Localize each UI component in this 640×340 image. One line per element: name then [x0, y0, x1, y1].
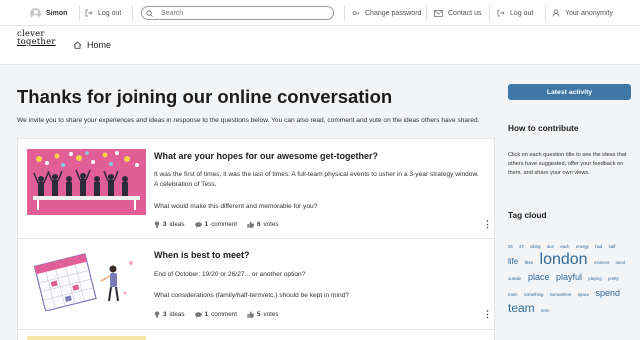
votes-count[interactable]: 6 votes	[247, 221, 279, 228]
questions-list: What are your hopes for our awesome get-…	[17, 138, 495, 340]
search-icon	[146, 9, 153, 17]
lightbulb-icon	[154, 311, 160, 318]
logout-link-left[interactable]: Log out	[85, 0, 121, 26]
clever-together-logo[interactable]: clever together	[17, 30, 63, 47]
home-label: Home	[87, 40, 112, 50]
question-title[interactable]: What are your hopes for our awesome get-…	[154, 151, 378, 161]
tag-link[interactable]: spend	[596, 289, 621, 298]
comments-count[interactable]: 1 comment	[194, 311, 237, 318]
tag-cloud-heading: Tag cloud	[508, 210, 547, 220]
home-icon	[73, 41, 82, 49]
team-celebration-illustration	[27, 149, 146, 215]
tag-link[interactable]: term	[541, 308, 549, 313]
tag-link[interactable]: somewhere	[550, 292, 572, 297]
logout-label: Log out	[98, 9, 122, 17]
tag-link[interactable]: something	[524, 292, 543, 297]
search-input[interactable]	[161, 9, 331, 17]
tag-link[interactable]: each	[560, 244, 569, 249]
home-link[interactable]: Home	[73, 40, 111, 50]
tag-link[interactable]: room	[508, 292, 518, 297]
divider	[426, 5, 427, 21]
brand-bar: clever together Home	[0, 26, 640, 65]
question-title[interactable]: When is best to meet?	[154, 250, 250, 260]
next-question-thumbnail	[27, 336, 146, 340]
divider	[489, 5, 490, 21]
question-prompt: What considerations (family/half-term/et…	[154, 292, 349, 299]
question-description: End of October: 19/20 or 26/27... or ano…	[154, 271, 306, 278]
search-box[interactable]	[141, 6, 334, 20]
tag-link[interactable]: outside	[508, 276, 522, 281]
divider	[79, 5, 80, 21]
tag-link[interactable]: likes	[525, 260, 533, 265]
divider	[545, 5, 546, 21]
tag-link[interactable]: had	[595, 244, 602, 249]
votes-count[interactable]: 5 votes	[247, 311, 279, 318]
anonymity-link[interactable]: Your anonymity	[552, 0, 613, 26]
question-description: It was the first of times, it was the la…	[154, 171, 479, 188]
contact-us-link[interactable]: Contact us	[434, 0, 481, 26]
anonymity-label: Your anonymity	[565, 9, 613, 17]
tag-link[interactable]: need	[616, 260, 625, 265]
change-password-link[interactable]: Change password	[352, 0, 421, 26]
logout-icon	[497, 9, 505, 17]
thumbs-up-icon	[247, 311, 254, 318]
how-to-contribute-heading: How to contribute	[508, 123, 579, 133]
change-password-label: Change password	[365, 9, 422, 17]
lightbulb-icon	[154, 221, 160, 228]
tag-link[interactable]: along	[530, 244, 540, 249]
avatar	[30, 7, 41, 19]
logout-icon	[85, 9, 93, 17]
logout-label: Log out	[510, 9, 534, 17]
comments-count[interactable]: 1 comment	[194, 221, 237, 228]
tag-link[interactable]: due	[547, 244, 554, 249]
page-title: Thanks for joining our online conversati…	[17, 86, 393, 107]
comment-icon	[194, 311, 202, 318]
logout-link-right[interactable]: Log out	[497, 0, 533, 26]
question-prompt: What would make this different and memor…	[154, 203, 318, 210]
divider	[18, 238, 494, 239]
question-stats: 3 ideas 1 comment 6 votes	[154, 221, 289, 228]
tag-link[interactable]: team	[508, 302, 535, 314]
contact-us-label: Contact us	[448, 9, 482, 17]
more-options-icon[interactable]: ⋮	[483, 220, 492, 229]
tag-link[interactable]: playful	[556, 273, 582, 282]
page-intro: We invite you to share your experiences …	[17, 117, 480, 124]
divider	[344, 5, 345, 21]
comment-icon	[194, 221, 202, 228]
calendar-planning-illustration	[27, 245, 146, 311]
tag-link[interactable]: place	[528, 273, 550, 282]
tag-link[interactable]: life	[508, 258, 518, 266]
tag-link[interactable]: half	[609, 244, 616, 249]
ideas-count[interactable]: 3 ideas	[154, 311, 185, 318]
more-options-icon[interactable]: ⋮	[483, 310, 492, 319]
latest-activity-button[interactable]: Latest activity	[508, 84, 631, 100]
thumbs-up-icon	[247, 221, 254, 228]
divider	[132, 5, 133, 21]
tag-link[interactable]: pretty	[608, 276, 618, 281]
key-icon	[352, 9, 360, 17]
tag-link[interactable]: moment	[594, 260, 609, 265]
divider	[18, 329, 494, 330]
tag-link[interactable]: playing	[588, 276, 601, 281]
user-menu[interactable]: Simon	[30, 0, 67, 26]
tag-link[interactable]: space	[578, 292, 589, 297]
tag-link[interactable]: energy	[576, 244, 589, 249]
how-to-contribute-text: Click on each question title to see the …	[508, 152, 627, 176]
question-stats: 3 ideas 1 comment 5 votes	[154, 311, 289, 318]
ideas-count[interactable]: 3 ideas	[154, 221, 185, 228]
tag-link[interactable]: 27	[519, 244, 524, 249]
tag-link[interactable]: 26	[508, 244, 513, 249]
tag-cloud: 26 27 along due each energy had half lif…	[508, 236, 634, 316]
user-icon	[552, 9, 560, 17]
mail-icon	[434, 9, 443, 17]
user-name: Simon	[46, 9, 68, 17]
top-navigation-bar: Simon Log out Change password Contact us…	[0, 0, 640, 26]
tag-link[interactable]: london	[540, 252, 588, 268]
